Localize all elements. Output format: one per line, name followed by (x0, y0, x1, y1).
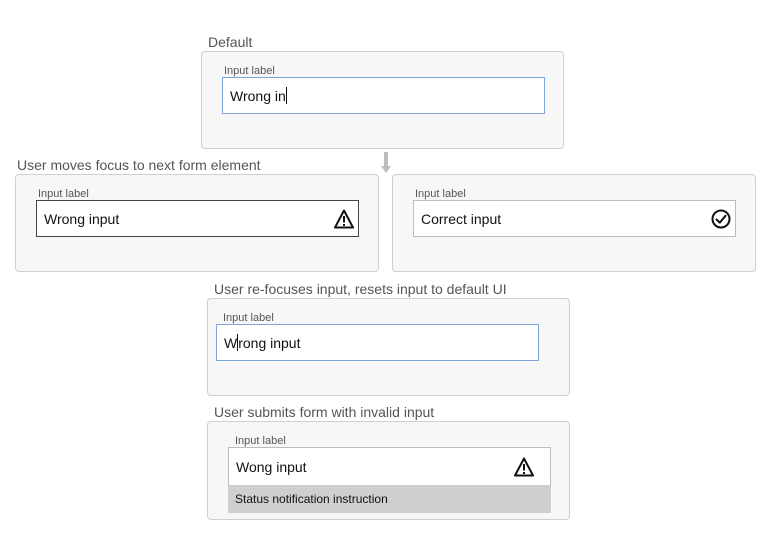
submit-input-label: Input label (235, 435, 286, 447)
blur-error-input-label: Input label (38, 188, 89, 200)
refocus-input-label: Input label (223, 312, 274, 324)
blur-error-input-field[interactable]: Wrong input (36, 200, 359, 237)
default-input-value: Wrong in (230, 87, 286, 104)
check-circle-icon (711, 209, 731, 228)
down-arrow-icon (381, 152, 391, 173)
refocus-section-title: User re-focuses input, resets input to d… (214, 281, 507, 297)
default-input-field[interactable]: Wrong in (222, 77, 545, 114)
blur-valid-panel: Input label Correct input (392, 174, 756, 272)
blur-valid-input-label: Input label (415, 188, 466, 200)
submit-section-title: User submits form with invalid input (214, 404, 435, 420)
status-notification-text: Status notification instruction (235, 492, 388, 506)
blur-error-input-value: Wrong input (44, 210, 120, 227)
status-notification: Status notification instruction (228, 485, 551, 513)
blur-section-title: User moves focus to next form element (17, 157, 261, 173)
blur-valid-input-value: Correct input (421, 210, 502, 227)
warning-icon (334, 209, 354, 228)
submit-input-value: Wong input (236, 458, 307, 475)
refocus-panel: Input label Wrong input (207, 298, 570, 396)
blur-error-panel: Input label Wrong input (15, 174, 379, 272)
warning-icon (514, 457, 534, 476)
refocus-input-field[interactable]: Wrong input (216, 324, 539, 361)
submit-panel: Input label Wong input Status notificati… (207, 421, 570, 520)
refocus-value-before-caret: W (224, 334, 238, 351)
default-panel: Input label Wrong in (201, 51, 564, 149)
text-caret (285, 87, 287, 104)
default-input-label: Input label (224, 65, 275, 77)
submit-input-field[interactable]: Wong input (228, 447, 551, 485)
default-section-title: Default (208, 34, 253, 50)
blur-valid-input-field[interactable]: Correct input (413, 200, 736, 237)
refocus-value-after-caret: rong input (238, 334, 301, 351)
